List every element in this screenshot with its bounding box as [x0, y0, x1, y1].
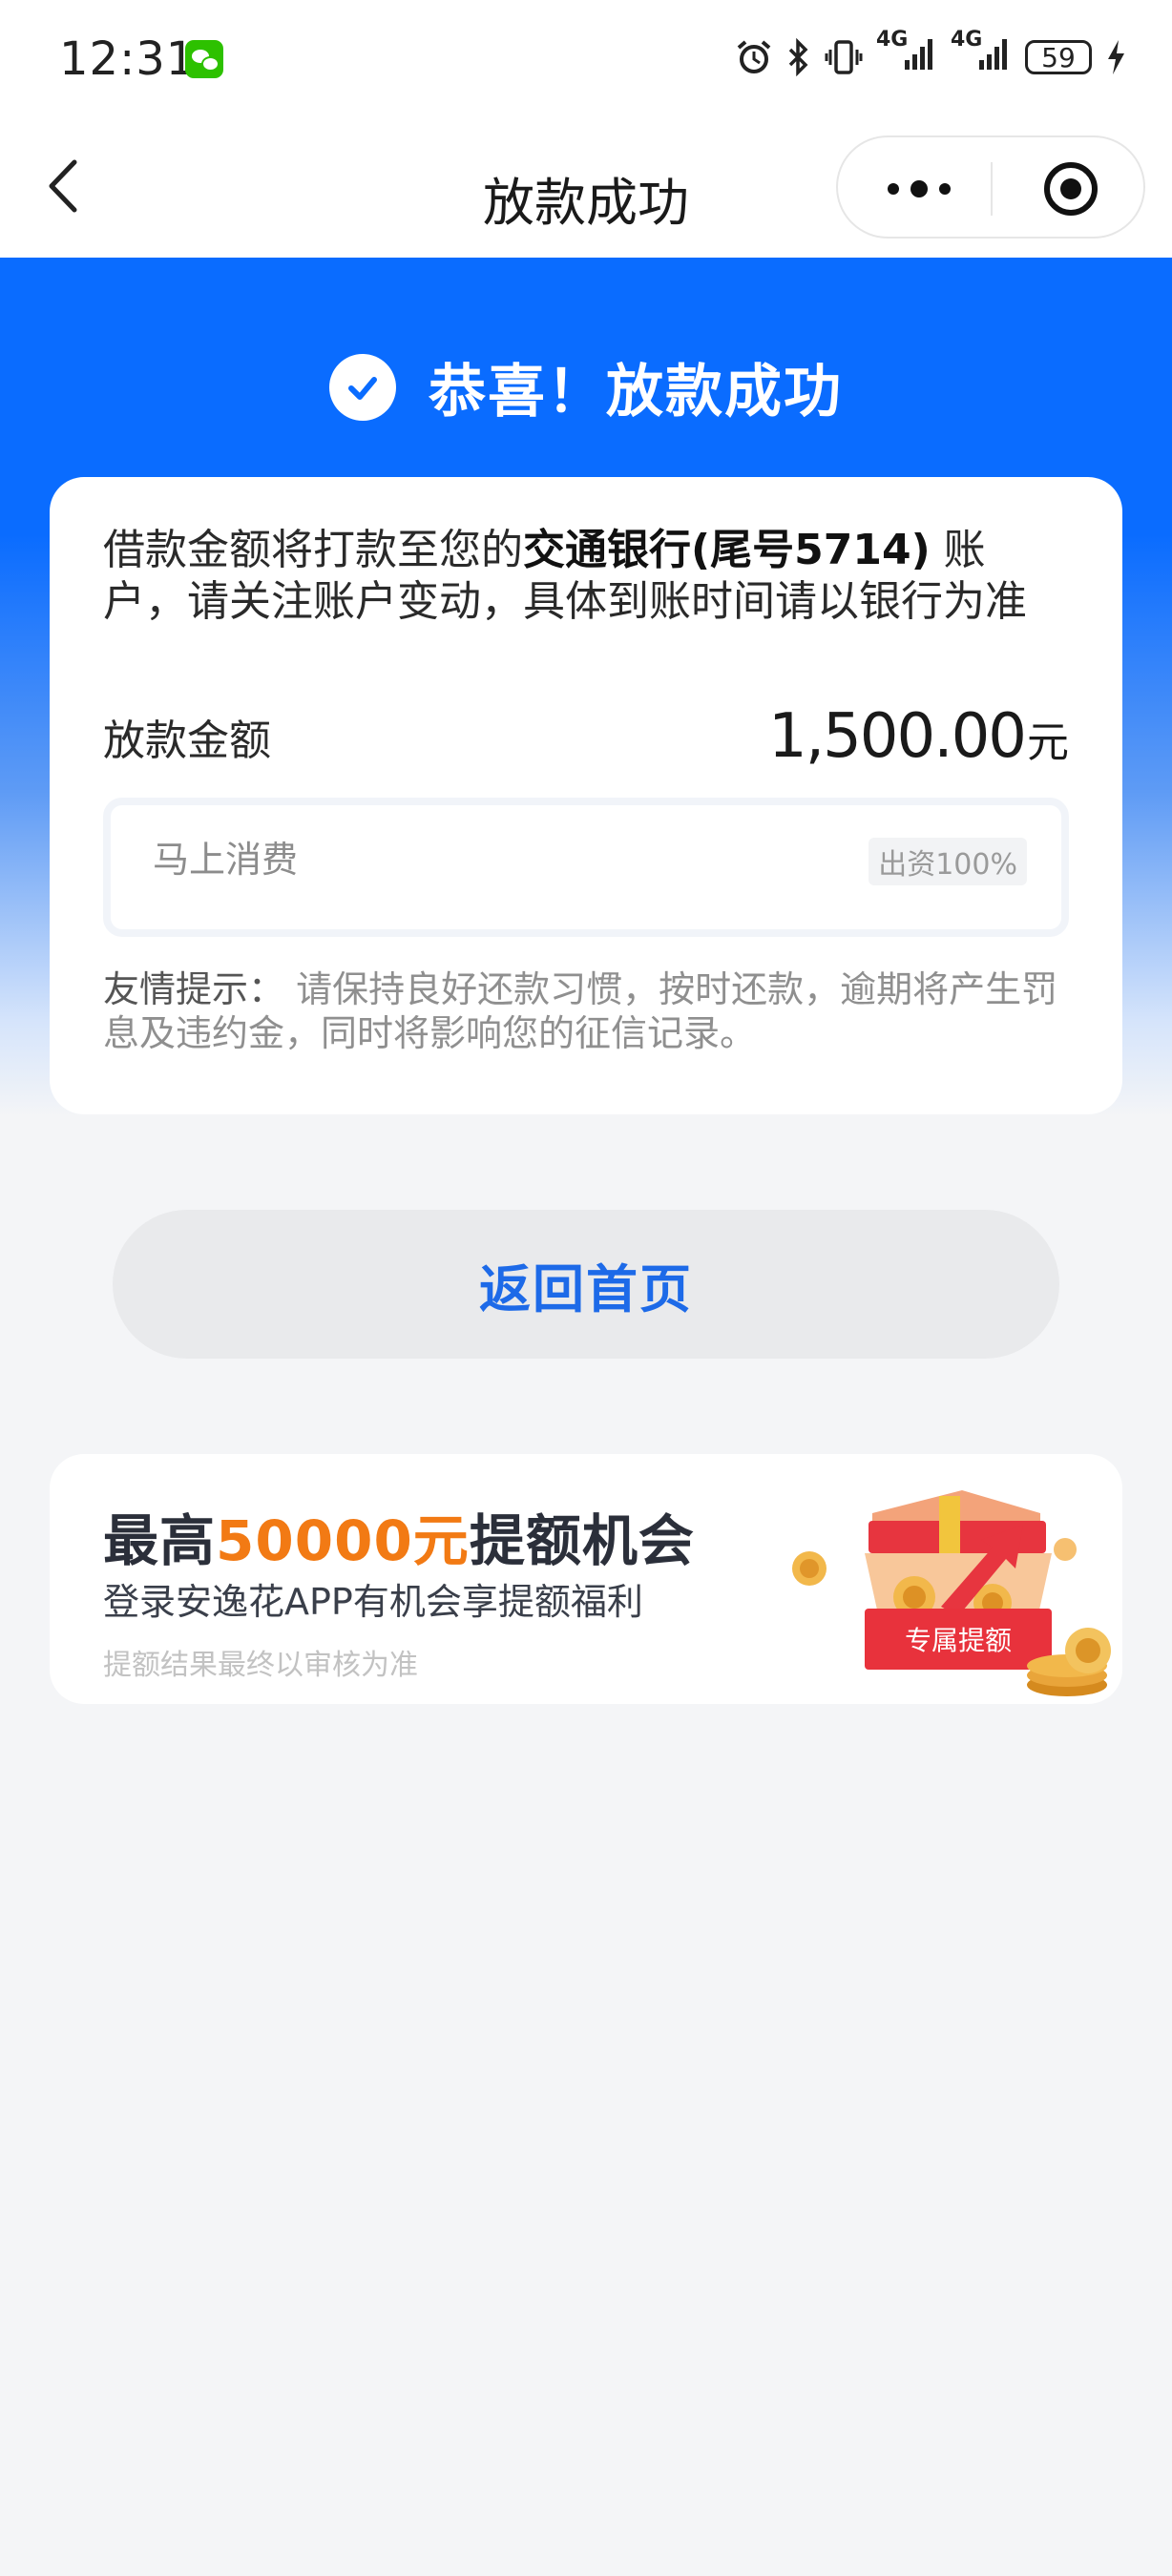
wechat-icon: [185, 40, 223, 78]
promo-title: 最高50000元提额机会: [103, 1496, 695, 1576]
amount-label: 放款金额: [103, 717, 271, 765]
gift-badge-text: 专属提额: [905, 1625, 1012, 1656]
lender-name: 马上消费: [153, 839, 299, 881]
charging-icon: [1108, 40, 1124, 74]
promo-subtitle: 登录安逸花APP有机会享提额福利: [103, 1581, 643, 1623]
vibrate-icon: [825, 40, 863, 74]
lender-box: 马上消费 出资100%: [103, 798, 1069, 937]
status-time: 12:31: [59, 32, 197, 86]
return-home-button[interactable]: 返回首页: [113, 1210, 1059, 1359]
capsule-divider: [991, 162, 993, 216]
amount-value: 1,500.00 元: [768, 701, 1069, 772]
network-type-2: 4G: [951, 28, 983, 52]
gift-box-icon: 专属提额: [792, 1490, 1111, 1696]
more-icon[interactable]: [886, 179, 952, 198]
promo-note: 提额结果最终以审核为准: [103, 1649, 418, 1682]
promo-title-highlight: 50000元: [216, 1508, 470, 1573]
friendly-tip: 友情提示： 请保持良好还款习惯，按时还款，逾期将产生罚息及违约金，同时将影响您的…: [103, 967, 1069, 1055]
network-type-1: 4G: [876, 28, 909, 52]
nav-bar: 放款成功: [0, 114, 1172, 258]
check-icon: [329, 353, 396, 421]
mini-program-capsule: [836, 135, 1145, 239]
disbursement-notice: 借款金额将打款至您的交通银行(尾号5714) 账户，请关注账户变动，具体到账时间…: [103, 525, 1069, 628]
tip-label: 友情提示：: [103, 968, 285, 1010]
notice-prefix: 借款金额将打款至您的: [103, 526, 523, 574]
alarm-icon: [737, 40, 771, 73]
status-icons: 4G 4G 59: [735, 28, 1126, 80]
success-header: 恭喜！放款成功: [0, 345, 1172, 428]
status-bar: 12:31 4G 4G 59: [0, 0, 1172, 114]
amount-unit: 元: [1027, 718, 1069, 767]
lender-share-badge: 出资100%: [869, 838, 1027, 885]
signal-icon: 4G: [876, 28, 937, 79]
signal-icon-2: 4G: [951, 28, 1012, 79]
promo-title-suffix: 提额机会: [469, 1508, 695, 1573]
bank-account: 交通银行(尾号5714): [523, 526, 931, 574]
close-circle-icon[interactable]: [1042, 160, 1099, 218]
battery-icon: 59: [1025, 40, 1092, 74]
disbursement-card: 借款金额将打款至您的交通银行(尾号5714) 账户，请关注账户变动，具体到账时间…: [50, 477, 1122, 1114]
promo-title-prefix: 最高: [103, 1508, 217, 1573]
bluetooth-icon: [788, 38, 808, 76]
amount-number: 1,500.00: [768, 701, 1027, 772]
amount-row: 放款金额 1,500.00 元: [103, 698, 1069, 775]
success-title: 恭喜！放款成功: [429, 359, 843, 426]
credit-increase-banner[interactable]: 最高50000元提额机会 登录安逸花APP有机会享提额福利 提额结果最终以审核为…: [50, 1454, 1122, 1704]
